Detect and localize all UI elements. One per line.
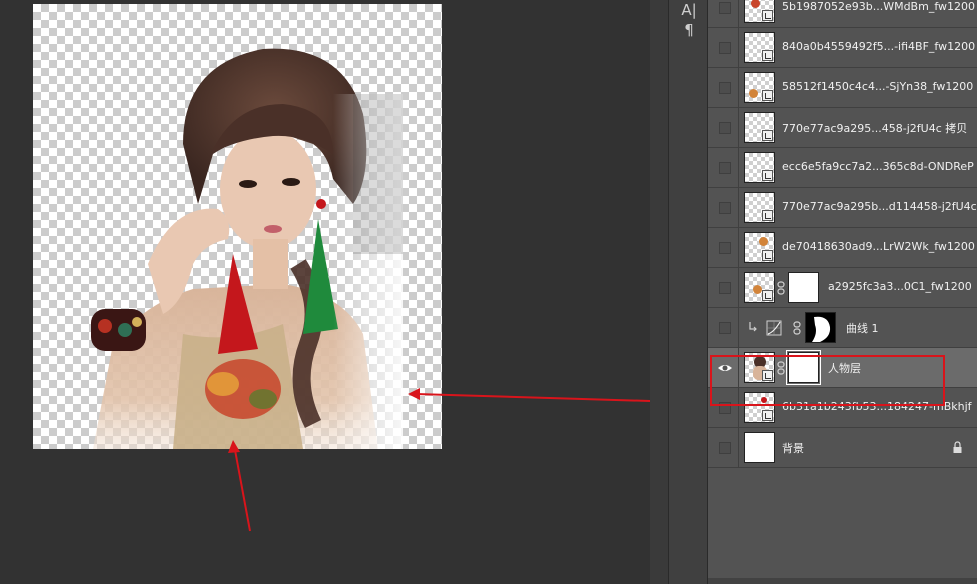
layer-thumbnail <box>744 352 775 383</box>
layer-row[interactable]: a2925fc3a3...0C1_fw1200 <box>708 268 977 308</box>
smart-object-icon <box>762 250 773 261</box>
lock-icon <box>953 441 962 453</box>
layer-row[interactable]: de70418630ad9...LrW2Wk_fw1200 <box>708 228 977 268</box>
visibility-toggle[interactable] <box>719 122 731 134</box>
visibility-toggle[interactable] <box>719 402 731 414</box>
paragraph-panel-button[interactable]: ¶ <box>669 20 709 40</box>
mask-link-icon[interactable] <box>792 321 802 335</box>
layer-mask-thumbnail[interactable] <box>805 312 836 343</box>
layer-name[interactable]: 840a0b4559492f5...-ifi4BF_fw1200 <box>782 40 975 53</box>
visibility-toggle[interactable] <box>719 2 731 14</box>
layer-mask-thumbnail[interactable] <box>788 272 819 303</box>
smart-object-icon <box>762 130 773 141</box>
visibility-toggle[interactable] <box>719 322 731 334</box>
layer-thumbnail <box>744 232 775 263</box>
visibility-toggle[interactable] <box>719 202 731 214</box>
canvas-area[interactable] <box>0 0 650 584</box>
smart-object-icon <box>762 290 773 301</box>
layer-row[interactable]: ecc6e5fa9cc7a2...365c8d-ONDReP <box>708 148 977 188</box>
visibility-toggle[interactable] <box>719 242 731 254</box>
visibility-toggle[interactable] <box>719 82 731 94</box>
canvas-scrollbar[interactable] <box>650 0 668 584</box>
smart-object-icon <box>762 50 773 61</box>
panel-tool-strip: A| ¶ <box>668 0 708 584</box>
layer-row[interactable]: 840a0b4559492f5...-ifi4BF_fw1200 <box>708 28 977 68</box>
layer-thumbnail <box>744 432 775 463</box>
visibility-toggle[interactable] <box>719 442 731 454</box>
smart-object-icon <box>762 90 773 101</box>
layer-name[interactable]: 58512f1450c4c4...-SjYn38_fw1200 <box>782 80 973 93</box>
layer-row[interactable]: 770e77ac9a295...458-j2fU4c 拷贝 <box>708 108 977 148</box>
mask-link-icon[interactable] <box>776 361 786 375</box>
visibility-toggle[interactable] <box>719 282 731 294</box>
layer-name[interactable]: 770e77ac9a295b...d114458-j2fU4c <box>782 200 977 213</box>
layer-row[interactable]: 770e77ac9a295b...d114458-j2fU4c <box>708 188 977 228</box>
layers-panel-footer <box>708 578 977 584</box>
smart-object-icon <box>762 170 773 181</box>
layer-name[interactable]: 背景 <box>782 440 804 456</box>
layers-panel-empty-area <box>708 481 977 584</box>
layer-thumbnail <box>744 32 775 63</box>
visibility-toggle[interactable] <box>719 42 731 54</box>
smart-object-icon <box>762 10 773 21</box>
layer-name[interactable]: ecc6e5fa9cc7a2...365c8d-ONDReP <box>782 160 974 173</box>
layer-name[interactable]: 6b31a1b243fb53...184247-mBkhjf <box>782 400 972 413</box>
arrow-right-pointer <box>415 393 650 403</box>
document-canvas[interactable] <box>33 4 442 449</box>
smart-object-icon <box>762 210 773 221</box>
layer-name[interactable]: 曲线 1 <box>846 320 879 336</box>
layer-row[interactable]: 58512f1450c4c4...-SjYn38_fw1200 <box>708 68 977 108</box>
smart-object-icon <box>762 370 773 381</box>
layer-row-selected[interactable]: 人物层 <box>708 348 977 388</box>
mask-link-icon[interactable] <box>776 281 786 295</box>
visibility-toggle[interactable] <box>719 162 731 174</box>
layer-row-background[interactable]: 背景 <box>708 428 977 468</box>
layer-name[interactable]: a2925fc3a3...0C1_fw1200 <box>828 280 972 293</box>
clipping-mask-icon <box>749 322 757 332</box>
layer-thumbnail <box>744 392 775 423</box>
layer-mask-thumbnail[interactable] <box>786 350 821 385</box>
layer-thumbnail <box>744 272 775 303</box>
layer-name[interactable]: 5b1987052e93b...WMdBm_fw1200 <box>782 0 975 13</box>
layers-panel: 5b1987052e93b...WMdBm_fw1200 840a0b45594… <box>708 0 977 584</box>
layer-thumbnail <box>744 0 775 23</box>
layer-name[interactable]: 770e77ac9a295...458-j2fU4c 拷贝 <box>782 120 967 136</box>
layer-thumbnail <box>744 192 775 223</box>
layer-thumbnail <box>744 152 775 183</box>
layer-name[interactable]: de70418630ad9...LrW2Wk_fw1200 <box>782 240 975 253</box>
layer-thumbnail <box>744 72 775 103</box>
layer-thumbnail <box>744 112 775 143</box>
eye-icon[interactable] <box>717 360 733 376</box>
layer-row[interactable]: 5b1987052e93b...WMdBm_fw1200 <box>708 0 977 28</box>
character-panel-button[interactable]: A| <box>669 0 709 20</box>
layer-name[interactable]: 人物层 <box>828 360 861 376</box>
curves-adjustment-icon <box>766 320 782 336</box>
portrait-image <box>91 48 403 449</box>
layer-row[interactable]: 曲线 1 <box>708 308 977 348</box>
layer-row[interactable]: 6b31a1b243fb53...184247-mBkhjf <box>708 388 977 428</box>
smart-object-icon <box>762 410 773 421</box>
arrow-bottom-pointer <box>234 449 251 532</box>
